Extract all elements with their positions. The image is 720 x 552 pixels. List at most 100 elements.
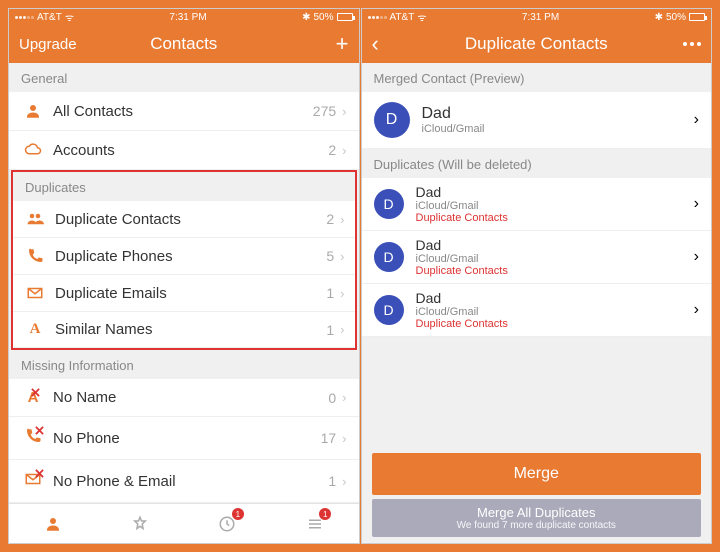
contact-name: Dad (416, 290, 694, 306)
duplicate-row[interactable]: D Dad iCloud/Gmail Duplicate Contacts › (362, 284, 712, 337)
row-count: 0 (328, 390, 336, 406)
nav-bar: Upgrade Contacts + (9, 25, 359, 63)
chevron-right-icon: › (342, 431, 346, 446)
contact-name: Dad (416, 237, 694, 253)
battery-icon (689, 13, 705, 21)
status-bar: AT&T ᯤ 7:31 PM ✱ 50% (362, 9, 712, 25)
badge-icon: 1 (232, 508, 244, 520)
row-label: Duplicate Contacts (55, 211, 326, 228)
duplicate-content: Merged Contact (Preview) D Dad iCloud/Gm… (362, 63, 712, 543)
row-label: No Phone (53, 430, 321, 447)
duplicate-tag: Duplicate Contacts (416, 265, 694, 277)
row-accounts[interactable]: Accounts 2 › (9, 131, 359, 170)
merge-button[interactable]: Merge (372, 453, 702, 495)
row-count: 2 (328, 142, 336, 158)
chevron-right-icon: › (340, 212, 344, 227)
chevron-right-icon: › (342, 474, 346, 489)
row-duplicate-emails[interactable]: Duplicate Emails 1 › (13, 275, 355, 312)
email-cross-icon (21, 470, 45, 492)
section-header-missing: Missing Information (9, 350, 359, 379)
chevron-right-icon: › (340, 286, 344, 301)
avatar: D (374, 295, 404, 325)
row-no-name[interactable]: A No Name 0 › (9, 379, 359, 417)
battery-percent: 50% (666, 12, 686, 23)
contact-source: iCloud/Gmail (422, 123, 694, 135)
duplicate-contacts-screen: AT&T ᯤ 7:31 PM ✱ 50% ‹ Duplicate Contact… (361, 8, 713, 544)
chevron-right-icon: › (694, 111, 699, 129)
wifi-icon: ᯤ (65, 10, 74, 24)
row-count: 275 (313, 103, 336, 119)
merged-contact-preview[interactable]: D Dad iCloud/Gmail › (362, 92, 712, 149)
tab-contacts[interactable] (9, 504, 96, 543)
contacts-screen: AT&T ᯤ 7:31 PM ✱ 50% Upgrade Contacts + … (8, 8, 360, 544)
clock-label: 7:31 PM (522, 12, 559, 23)
row-no-phone-email[interactable]: No Phone & Email 1 › (9, 460, 359, 503)
row-duplicate-phones[interactable]: Duplicate Phones 5 › (13, 238, 355, 275)
battery-percent: 50% (313, 12, 333, 23)
status-bar: AT&T ᯤ 7:31 PM ✱ 50% (9, 9, 359, 25)
duplicate-tag: Duplicate Contacts (416, 318, 694, 330)
row-label: All Contacts (53, 103, 313, 120)
chevron-right-icon: › (340, 322, 344, 337)
clock-label: 7:31 PM (169, 12, 206, 23)
tab-recent[interactable]: 1 (184, 504, 271, 543)
avatar: D (374, 102, 410, 138)
merge-all-sub: We found 7 more duplicate contacts (372, 520, 702, 531)
row-no-phone[interactable]: No Phone 17 › (9, 417, 359, 460)
person-icon (21, 102, 45, 120)
row-label: Similar Names (55, 321, 326, 338)
row-similar-names[interactable]: A Similar Names 1 › (13, 312, 355, 348)
chevron-right-icon: › (694, 301, 699, 319)
contact-source: iCloud/Gmail (416, 306, 694, 318)
avatar: D (374, 189, 404, 219)
people-icon (23, 210, 47, 228)
chevron-right-icon: › (694, 195, 699, 213)
merge-all-button[interactable]: Merge All Duplicates We found 7 more dup… (372, 499, 702, 537)
back-button[interactable]: ‹ (372, 31, 379, 57)
chevron-right-icon: › (694, 248, 699, 266)
add-contact-button[interactable]: + (336, 31, 349, 57)
more-button[interactable] (683, 42, 701, 46)
tab-more[interactable]: 1 (271, 504, 358, 543)
page-title: Contacts (79, 34, 289, 54)
row-label: Duplicate Phones (55, 248, 326, 265)
duplicate-row[interactable]: D Dad iCloud/Gmail Duplicate Contacts › (362, 231, 712, 284)
wifi-icon: ᯤ (417, 10, 426, 24)
contact-name: Dad (422, 105, 694, 123)
bluetooth-icon: ✱ (655, 12, 663, 23)
section-header-duplicates: Duplicates (13, 172, 355, 201)
duplicate-row[interactable]: D Dad iCloud/Gmail Duplicate Contacts › (362, 178, 712, 231)
carrier-label: AT&T (37, 12, 62, 23)
row-label: No Phone & Email (53, 473, 328, 490)
row-all-contacts[interactable]: All Contacts 275 › (9, 92, 359, 131)
chevron-right-icon: › (340, 249, 344, 264)
badge-icon: 1 (319, 508, 331, 520)
row-count: 1 (326, 285, 334, 301)
chevron-right-icon: › (342, 390, 346, 405)
tab-favorites[interactable] (96, 504, 183, 543)
row-count: 5 (326, 248, 334, 264)
row-count: 17 (321, 430, 337, 446)
upgrade-button[interactable]: Upgrade (19, 36, 77, 53)
phone-cross-icon (21, 427, 45, 449)
cloud-icon (21, 141, 45, 159)
row-label: No Name (53, 389, 328, 406)
avatar: D (374, 242, 404, 272)
chevron-right-icon: › (342, 104, 346, 119)
section-header-merged: Merged Contact (Preview) (362, 63, 712, 92)
carrier-label: AT&T (390, 12, 415, 23)
page-title: Duplicate Contacts (432, 34, 642, 54)
row-duplicate-contacts[interactable]: Duplicate Contacts 2 › (13, 201, 355, 238)
chevron-right-icon: › (342, 143, 346, 158)
tab-bar: 1 1 (9, 503, 359, 543)
row-label: Duplicate Emails (55, 285, 326, 302)
merge-all-label: Merge All Duplicates (372, 505, 702, 520)
phone-icon (23, 247, 47, 265)
contact-name: Dad (416, 184, 694, 200)
section-header-duplicates-delete: Duplicates (Will be deleted) (362, 149, 712, 178)
row-count: 2 (326, 211, 334, 227)
row-count: 1 (328, 473, 336, 489)
email-icon (23, 284, 47, 302)
duplicate-tag: Duplicate Contacts (416, 212, 694, 224)
contact-source: iCloud/Gmail (416, 253, 694, 265)
